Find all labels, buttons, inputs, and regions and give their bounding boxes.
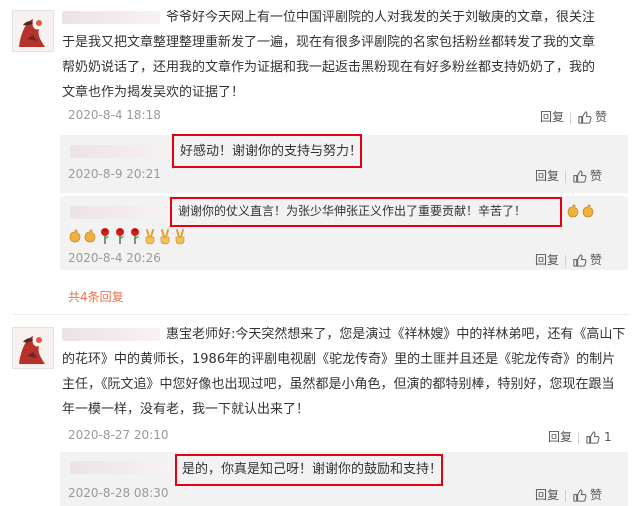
comment-divider xyxy=(12,314,630,315)
like-button[interactable]: 赞 xyxy=(590,488,602,502)
comment-body: 爷爷好今天网上有一位中国评剧院的人对我发的关于刘敏庚的文章，很关注于是我又把文章… xyxy=(62,5,602,105)
reply-button[interactable]: 回复 xyxy=(540,110,564,124)
reply-button[interactable]: 回复 xyxy=(535,169,559,183)
victory-hand-icon xyxy=(158,227,172,245)
reply-text: 是的，你真是知己呀！谢谢你的鼓励和支持！ xyxy=(182,462,443,477)
comment-date: 2020-8-27 20:10 xyxy=(68,428,169,442)
thumbs-up-icon[interactable] xyxy=(585,430,600,445)
rose-icon xyxy=(113,227,127,245)
thumbs-up-icon xyxy=(581,202,595,220)
divider xyxy=(565,254,567,267)
thumbs-up-icon[interactable] xyxy=(572,169,587,184)
like-button[interactable]: 赞 xyxy=(590,169,602,183)
comment-actions: 回复 1 xyxy=(548,428,612,445)
comment-actions: 回复 赞 xyxy=(540,108,607,125)
victory-hand-icon xyxy=(143,227,157,245)
comment-date: 2020-8-4 18:18 xyxy=(68,108,161,122)
reply-text: 谢谢你的仗义直言！为张少华伸张正义作出了重要贡献！辛苦了！ xyxy=(178,204,527,218)
reply-date: 2020-8-28 08:30 xyxy=(68,486,169,500)
rose-icon xyxy=(98,227,112,245)
more-replies-link[interactable]: 共4条回复 xyxy=(68,288,124,305)
blurred-username[interactable] xyxy=(62,11,160,24)
like-count: 1 xyxy=(604,430,612,444)
emoji-row xyxy=(68,225,188,245)
thumbs-up-icon xyxy=(83,227,97,245)
divider xyxy=(565,489,567,502)
rose-icon xyxy=(128,227,142,245)
reply-date: 2020-8-4 20:26 xyxy=(68,251,161,265)
blurred-username[interactable] xyxy=(70,145,178,158)
thumbs-up-icon[interactable] xyxy=(572,488,587,503)
avatar[interactable] xyxy=(12,10,54,52)
blurred-username[interactable] xyxy=(70,206,170,219)
divider xyxy=(570,111,572,124)
comment-text: 爷爷好今天网上有一位中国评剧院的人对我发的关于刘敏庚的文章，很关注于是我又把文章… xyxy=(62,10,596,100)
comment-body: 惠宝老师好:今天突然想来了，您是演过《祥林嫂》中的祥林弟吧，还有《高山下的花环》… xyxy=(62,322,627,422)
reply-button[interactable]: 回复 xyxy=(535,488,559,502)
divider xyxy=(578,431,580,444)
divider xyxy=(565,170,567,183)
emoji-group xyxy=(566,200,596,220)
avatar-image xyxy=(13,328,53,368)
avatar-image xyxy=(13,11,53,51)
thumbs-up-icon xyxy=(68,227,82,245)
victory-hand-icon xyxy=(173,227,187,245)
comment-text: 惠宝老师好:今天突然想来了，您是演过《祥林嫂》中的祥林弟吧，还有《高山下的花环》… xyxy=(62,327,626,417)
avatar[interactable] xyxy=(12,327,54,369)
blurred-username[interactable] xyxy=(62,328,160,341)
reply-text: 好感动！谢谢你的支持与努力！ xyxy=(180,144,363,159)
reply-actions: 回复 赞 xyxy=(535,486,602,503)
reply-date: 2020-8-9 20:21 xyxy=(68,167,161,181)
reply-button[interactable]: 回复 xyxy=(535,253,559,267)
reply-actions: 回复 赞 xyxy=(535,251,602,268)
like-button[interactable]: 赞 xyxy=(595,110,607,124)
blurred-username[interactable] xyxy=(70,461,170,474)
thumbs-up-icon[interactable] xyxy=(572,253,587,268)
like-button[interactable]: 赞 xyxy=(590,253,602,267)
thumbs-up-icon[interactable] xyxy=(577,110,592,125)
reply-button[interactable]: 回复 xyxy=(548,430,572,444)
thumbs-up-icon xyxy=(566,202,580,220)
reply-actions: 回复 赞 xyxy=(535,167,602,184)
